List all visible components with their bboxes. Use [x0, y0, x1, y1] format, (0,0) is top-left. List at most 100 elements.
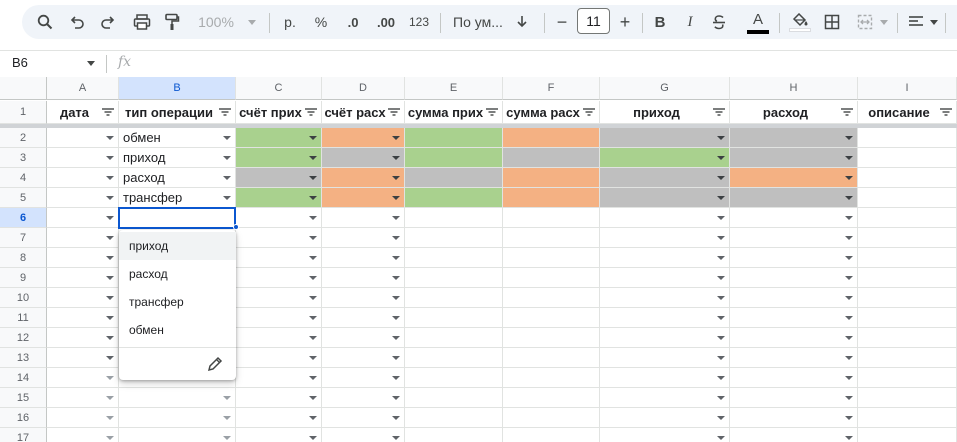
dropdown-arrow-icon[interactable]	[106, 296, 114, 300]
dropdown-arrow-icon[interactable]	[717, 276, 725, 280]
column-header-b[interactable]: B	[119, 77, 236, 100]
cell-g11[interactable]	[600, 308, 730, 328]
dropdown-arrow-icon[interactable]	[309, 296, 317, 300]
dropdown-arrow-icon[interactable]	[309, 236, 317, 240]
header-cell-f[interactable]: сумма расх	[503, 101, 600, 124]
filter-icon[interactable]	[305, 108, 317, 116]
row-header-12[interactable]: 12	[0, 328, 47, 348]
cell-b15[interactable]	[119, 388, 236, 408]
filter-icon[interactable]	[102, 108, 114, 116]
dropdown-arrow-icon[interactable]	[392, 136, 400, 140]
name-box-chevron-icon[interactable]	[87, 61, 95, 66]
cell-c3[interactable]	[236, 148, 322, 168]
dropdown-arrow-icon[interactable]	[223, 396, 231, 400]
cell-f4[interactable]	[503, 168, 600, 188]
cell-a16[interactable]	[47, 408, 119, 428]
cell-d12[interactable]	[322, 328, 405, 348]
borders-icon[interactable]	[818, 5, 846, 39]
cell-f13[interactable]	[503, 348, 600, 368]
column-header-g[interactable]: G	[600, 77, 730, 100]
cell-c7[interactable]	[236, 228, 322, 248]
column-header-c[interactable]: C	[236, 77, 322, 100]
name-box[interactable]: B6	[12, 55, 28, 70]
column-header-f[interactable]: F	[503, 77, 600, 100]
column-header-e[interactable]: E	[405, 77, 503, 100]
dropdown-arrow-icon[interactable]	[717, 436, 725, 440]
dropdown-arrow-icon[interactable]	[106, 276, 114, 280]
cell-g16[interactable]	[600, 408, 730, 428]
sheet-grid[interactable]: A B C D E F G H I 1 2 3 4 5 6 7 8 9 10 11 12 13 14 15 16 17 дата ти…	[0, 76, 957, 442]
dropdown-arrow-icon[interactable]	[845, 176, 853, 180]
dropdown-arrow-icon[interactable]	[845, 196, 853, 200]
cell-b16[interactable]	[119, 408, 236, 428]
cell-f2[interactable]	[503, 128, 600, 148]
row-header-15[interactable]: 15	[0, 388, 47, 408]
cell-c12[interactable]	[236, 328, 322, 348]
dropdown-arrow-icon[interactable]	[106, 176, 114, 180]
dropdown-arrow-icon[interactable]	[717, 396, 725, 400]
filter-icon[interactable]	[713, 108, 725, 116]
row-header-5[interactable]: 5	[0, 188, 47, 208]
paint-format-icon[interactable]	[158, 5, 186, 39]
cell-g6[interactable]	[600, 208, 730, 228]
fill-handle[interactable]	[233, 224, 239, 230]
cell-i11[interactable]	[858, 308, 957, 328]
cell-d5[interactable]	[322, 188, 405, 208]
cell-a17[interactable]	[47, 428, 119, 442]
row-header-8[interactable]: 8	[0, 248, 47, 268]
increase-decimal-button[interactable]: .00	[370, 5, 402, 39]
font-size-decrease-button[interactable]: −	[551, 5, 573, 39]
dropdown-arrow-icon[interactable]	[845, 396, 853, 400]
dropdown-arrow-icon[interactable]	[845, 316, 853, 320]
cell-b5[interactable]: трансфер	[119, 188, 236, 208]
cell-i15[interactable]	[858, 388, 957, 408]
header-cell-e[interactable]: сумма прих	[405, 101, 503, 124]
dropdown-option-4[interactable]: обмен	[119, 316, 236, 344]
dropdown-arrow-icon[interactable]	[845, 216, 853, 220]
cell-e17[interactable]	[405, 428, 503, 442]
dropdown-arrow-icon[interactable]	[392, 296, 400, 300]
print-icon[interactable]	[128, 5, 156, 39]
dropdown-arrow-icon[interactable]	[106, 376, 114, 380]
formula-input[interactable]	[140, 54, 940, 74]
dropdown-arrow-icon[interactable]	[717, 296, 725, 300]
dropdown-arrow-icon[interactable]	[309, 436, 317, 440]
select-all-corner[interactable]	[0, 77, 47, 100]
cell-c16[interactable]	[236, 408, 322, 428]
cell-d10[interactable]	[322, 288, 405, 308]
dropdown-arrow-icon[interactable]	[717, 416, 725, 420]
cell-c5[interactable]	[236, 188, 322, 208]
filter-icon[interactable]	[841, 108, 853, 116]
dropdown-arrow-icon[interactable]	[717, 376, 725, 380]
cell-c8[interactable]	[236, 248, 322, 268]
row-header-11[interactable]: 11	[0, 308, 47, 328]
dropdown-arrow-icon[interactable]	[309, 276, 317, 280]
cell-i3[interactable]	[858, 148, 957, 168]
dropdown-arrow-icon[interactable]	[309, 176, 317, 180]
decrease-decimal-button[interactable]: .0	[338, 5, 368, 39]
cell-a5[interactable]	[47, 188, 119, 208]
cell-i2[interactable]	[858, 128, 957, 148]
dropdown-arrow-icon[interactable]	[223, 196, 231, 200]
dropdown-arrow-icon[interactable]	[845, 296, 853, 300]
cell-e5[interactable]	[405, 188, 503, 208]
cell-e12[interactable]	[405, 328, 503, 348]
dropdown-arrow-icon[interactable]	[309, 136, 317, 140]
row-header-13[interactable]: 13	[0, 348, 47, 368]
dropdown-arrow-icon[interactable]	[309, 156, 317, 160]
dropdown-option-1[interactable]: приход	[119, 232, 236, 260]
dropdown-arrow-icon[interactable]	[309, 256, 317, 260]
dropdown-option-2[interactable]: расход	[119, 260, 236, 288]
font-family-chevron-icon[interactable]	[512, 5, 532, 39]
dropdown-arrow-icon[interactable]	[392, 236, 400, 240]
dropdown-arrow-icon[interactable]	[309, 336, 317, 340]
cell-i4[interactable]	[858, 168, 957, 188]
dropdown-arrow-icon[interactable]	[223, 416, 231, 420]
cell-f7[interactable]	[503, 228, 600, 248]
cell-c11[interactable]	[236, 308, 322, 328]
cell-g9[interactable]	[600, 268, 730, 288]
cell-i9[interactable]	[858, 268, 957, 288]
cell-g14[interactable]	[600, 368, 730, 388]
row-header-17[interactable]: 17	[0, 428, 47, 442]
dropdown-arrow-icon[interactable]	[223, 156, 231, 160]
